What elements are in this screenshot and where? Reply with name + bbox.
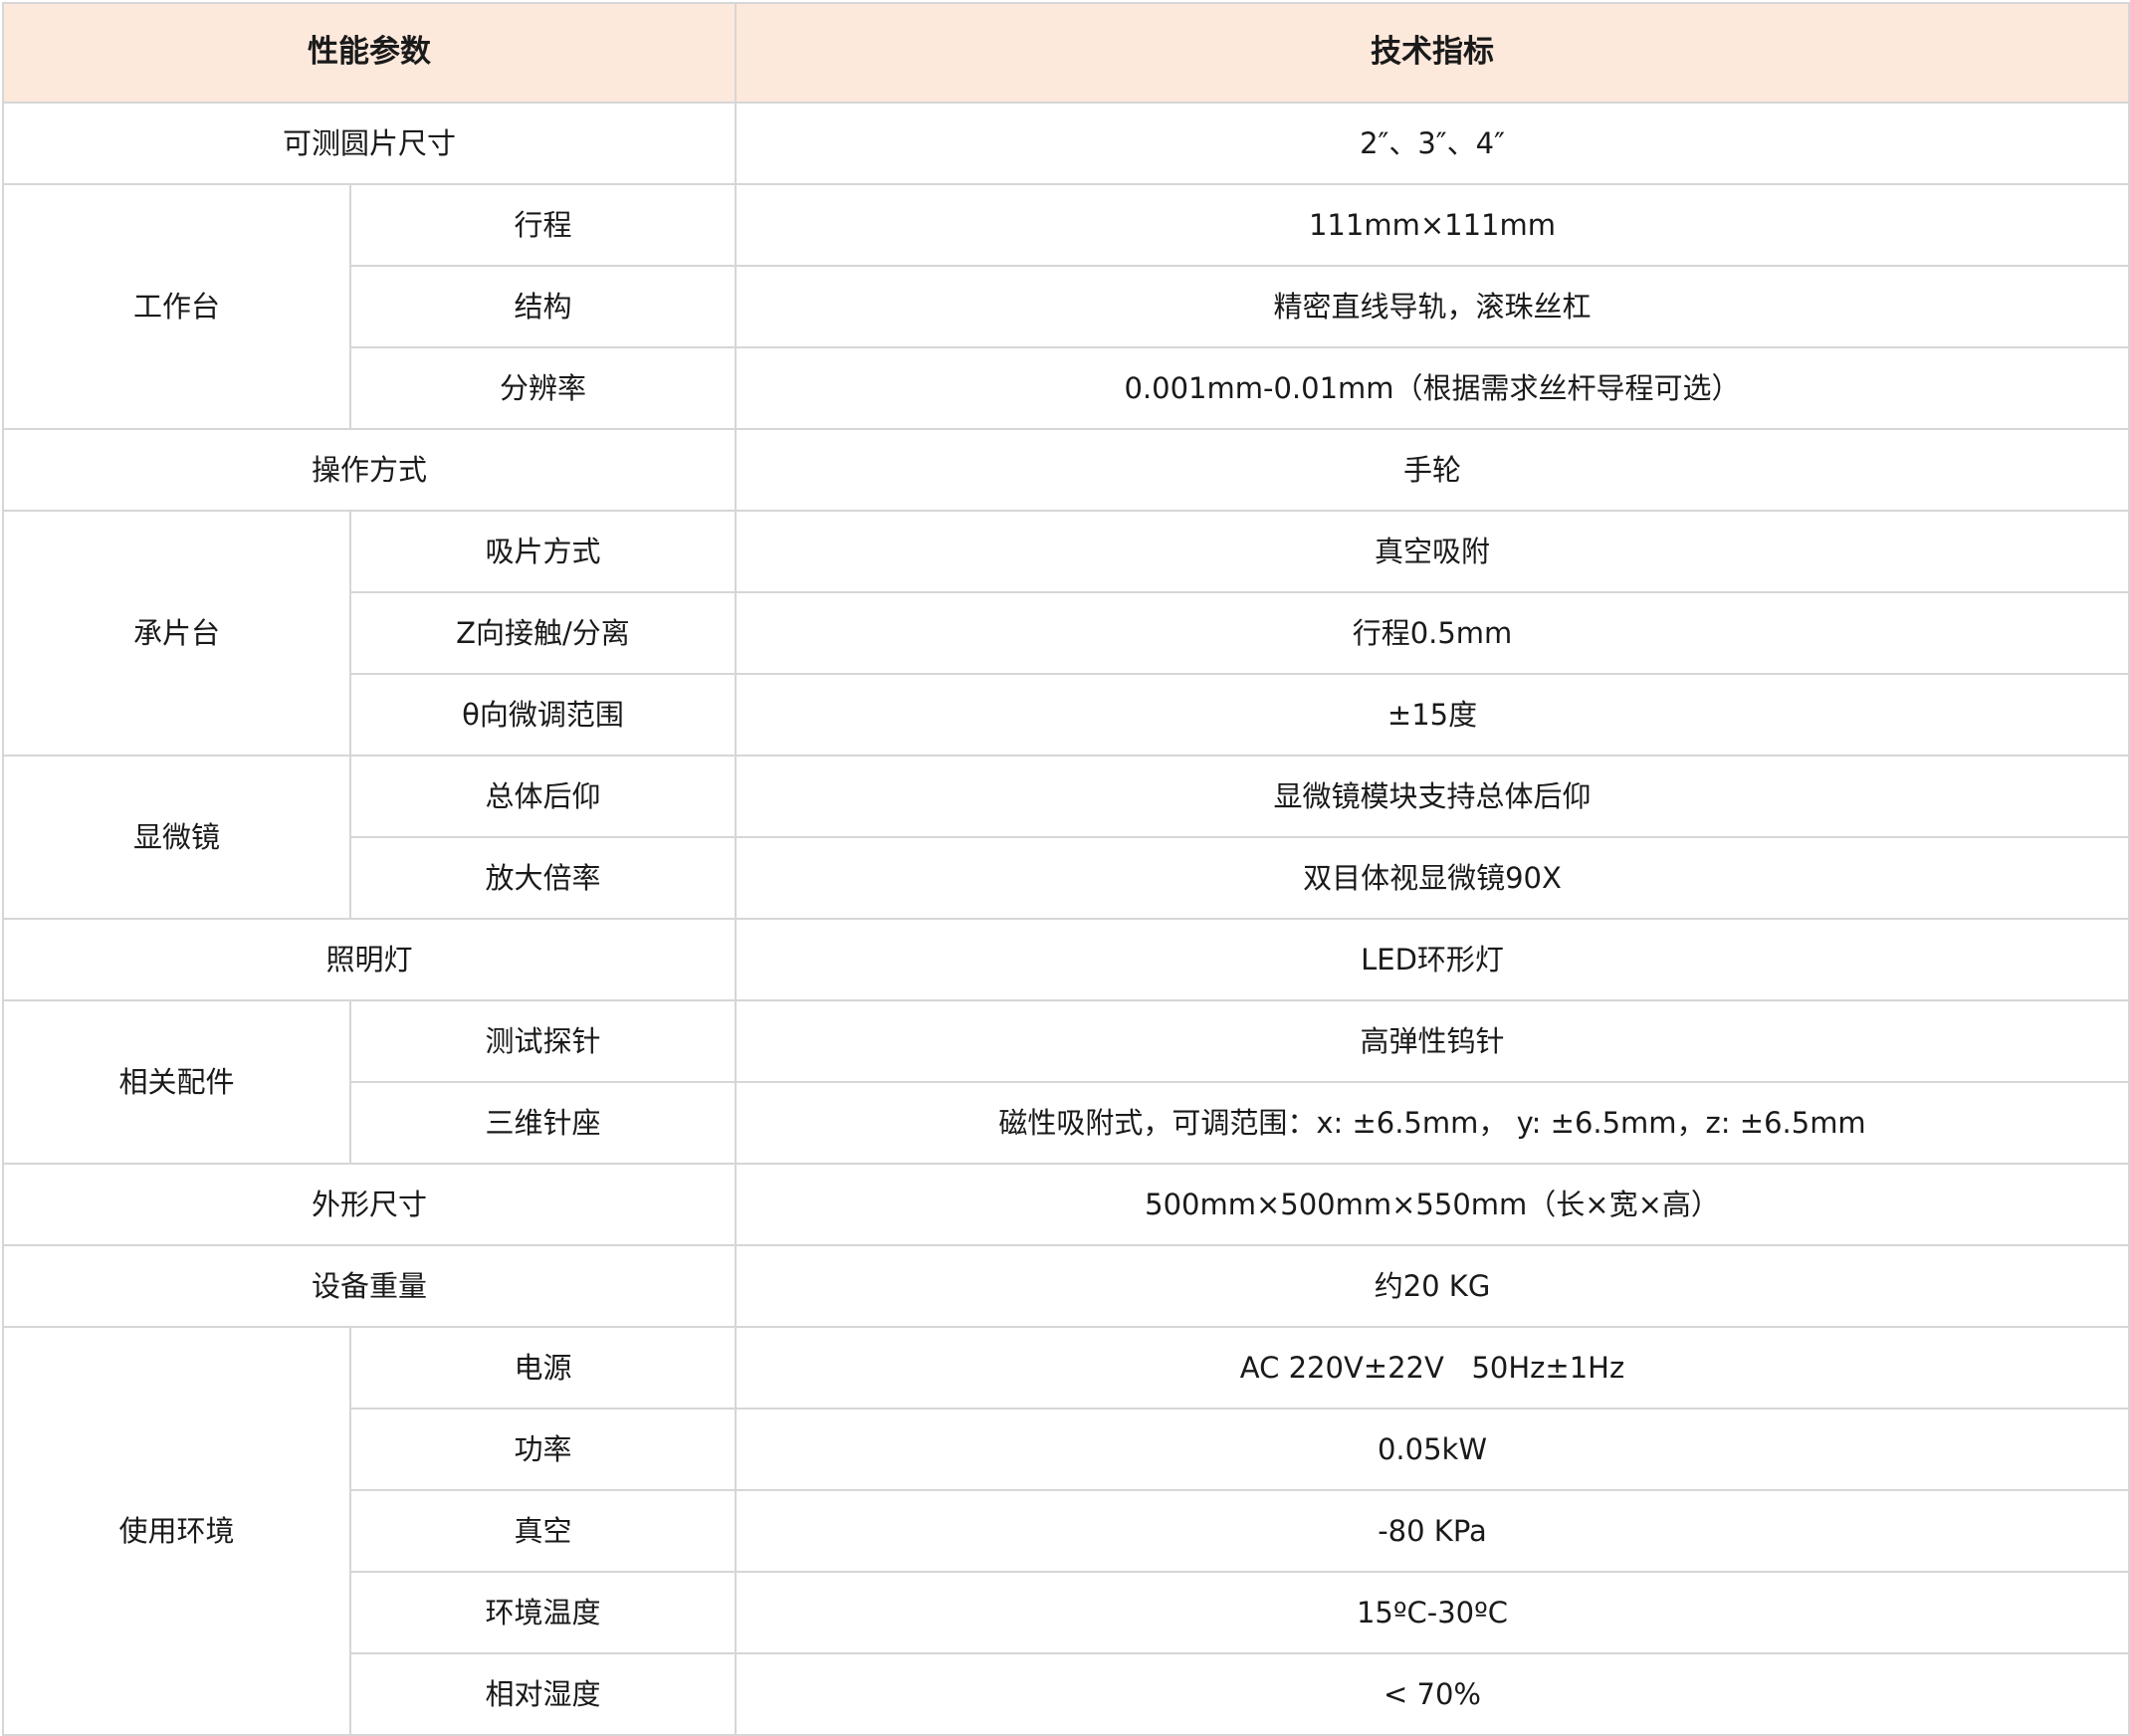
row-label: 外形尺寸 [2,1163,737,1246]
sub-label: 放大倍率 [349,836,737,920]
sub-label: 结构 [349,265,737,348]
group-label: 相关配件 [2,999,351,1165]
row-value: LED环形灯 [735,918,2130,1001]
header-row: 性能参数 技术指标 [2,2,2130,104]
table-row: 承片台 吸片方式 真空吸附 [2,510,2130,757]
row-value: 500mm×500mm×550mm（长×宽×高） [735,1163,2130,1246]
table-row: 照明灯 LED环形灯 [2,918,2130,1001]
row-value: 手轮 [735,428,2130,512]
table-row: 使用环境 电源 AC 220V±22V 50Hz±1Hz [2,1326,2130,1736]
table-row: 相关配件 测试探针 高弹性钨针 [2,999,2130,1165]
row-value: 真空吸附 [735,510,2130,593]
group-label: 显微镜 [2,755,351,920]
spec-table: 性能参数 技术指标 可测圆片尺寸 2″、3″、4″ 工作台 行程 111mm×1… [2,2,2130,1736]
sub-label: 相对湿度 [349,1652,737,1736]
table-row: 操作方式 手轮 [2,428,2130,512]
table-row: 设备重量 约20 KG [2,1244,2130,1328]
row-value: 2″、3″、4″ [735,102,2130,185]
sub-label: 电源 [349,1326,737,1410]
row-label: 照明灯 [2,918,737,1001]
table-row: 显微镜 总体后仰 显微镜模块支持总体后仰 [2,755,2130,920]
row-value: 0.05kW [735,1408,2130,1491]
sub-label: Z向接触/分离 [349,591,737,675]
row-value: < 70% [735,1652,2130,1736]
row-value: 磁性吸附式，可调范围：x: ±6.5mm， y: ±6.5mm，z: ±6.5m… [735,1081,2130,1165]
group-label: 使用环境 [2,1326,351,1736]
row-label: 可测圆片尺寸 [2,102,737,185]
sub-label: 三维针座 [349,1081,737,1165]
sub-label: 测试探针 [349,999,737,1083]
row-value: -80 KPa [735,1489,2130,1573]
row-value: 0.001mm-0.01mm（根据需求丝杆导程可选） [735,346,2130,430]
row-value: AC 220V±22V 50Hz±1Hz [735,1326,2130,1410]
sub-label: 功率 [349,1408,737,1491]
sub-label: 分辨率 [349,346,737,430]
row-label: 操作方式 [2,428,737,512]
sub-label: 行程 [349,183,737,267]
table-row: 外形尺寸 500mm×500mm×550mm（长×宽×高） [2,1163,2130,1246]
row-value: 15ºC-30ºC [735,1571,2130,1654]
sub-label: 吸片方式 [349,510,737,593]
table-row: 工作台 行程 111mm×111mm [2,183,2130,430]
row-value: 行程0.5mm [735,591,2130,675]
table-row: 可测圆片尺寸 2″、3″、4″ [2,102,2130,185]
sub-label: 真空 [349,1489,737,1573]
header-spec: 技术指标 [735,2,2130,104]
row-value: 双目体视显微镜90X [735,836,2130,920]
group-label: 工作台 [2,183,351,430]
sub-label: θ向微调范围 [349,673,737,757]
row-value: 111mm×111mm [735,183,2130,267]
row-label: 设备重量 [2,1244,737,1328]
sub-label: 环境温度 [349,1571,737,1654]
group-label: 承片台 [2,510,351,757]
row-value: 约20 KG [735,1244,2130,1328]
header-parameter: 性能参数 [2,2,737,104]
row-value: 高弹性钨针 [735,999,2130,1083]
sub-label: 总体后仰 [349,755,737,838]
row-value: 精密直线导轨，滚珠丝杠 [735,265,2130,348]
row-value: 显微镜模块支持总体后仰 [735,755,2130,838]
row-value: ±15度 [735,673,2130,757]
